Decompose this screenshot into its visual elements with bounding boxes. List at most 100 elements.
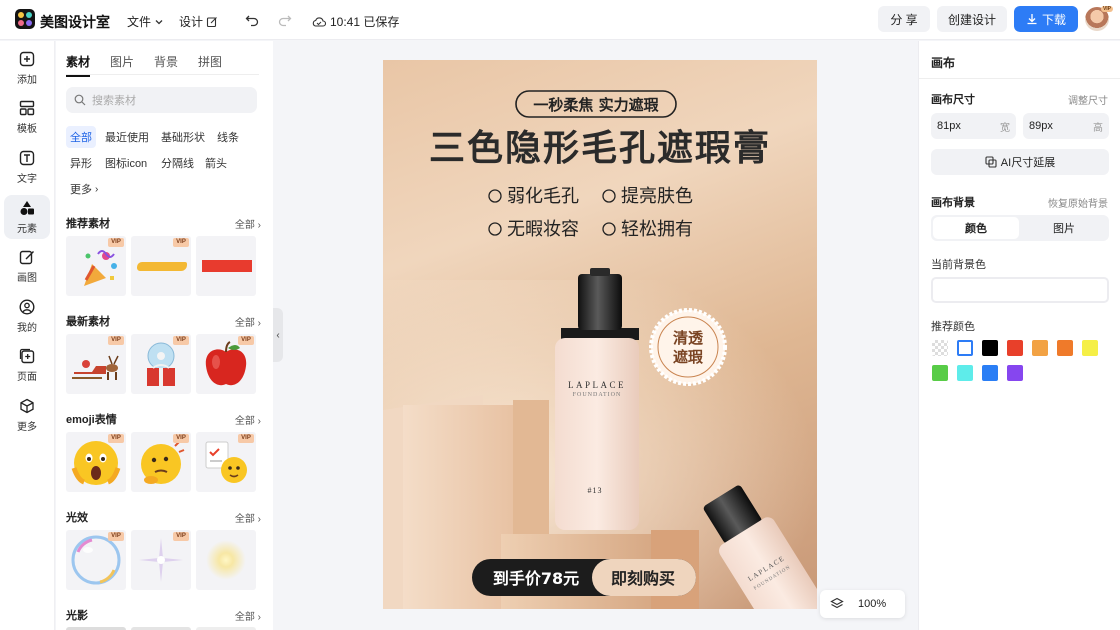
chip-icons[interactable]: 图标icon <box>101 152 151 174</box>
shapes-icon <box>20 200 34 215</box>
rail-item-more[interactable]: 更多 <box>4 393 50 437</box>
see-all-label: 全部 <box>234 416 255 427</box>
poster-title: 三色隐形毛孔遮瑕膏 <box>429 128 771 169</box>
rail-item-label: 画图 <box>17 272 37 284</box>
color-purple[interactable] <box>1007 365 1023 381</box>
collapse-panel-button[interactable]: ‹ <box>273 308 283 362</box>
app-name[interactable]: 美图设计室 <box>40 12 110 32</box>
ai-resize-icon <box>985 156 997 168</box>
canvas-size-label: 画布尺寸 <box>931 94 975 106</box>
chip-recent[interactable]: 最近使用 <box>101 126 153 148</box>
see-all-latest[interactable]: 全部 › <box>235 314 261 329</box>
asset-emoji-thinking[interactable]: VIP <box>131 432 191 492</box>
rail-item-draw[interactable]: 画图 <box>4 244 50 288</box>
see-all-label: 全部 <box>234 612 255 623</box>
asset-reindeer-sleigh[interactable]: VIP <box>66 334 126 394</box>
tab-color[interactable]: 颜色 <box>933 217 1019 239</box>
ai-extend-label: AI尺寸延展 <box>1000 157 1056 169</box>
color-black[interactable] <box>982 340 998 356</box>
see-all-light-shadow[interactable]: 全部 › <box>235 608 261 623</box>
asset-emoji-scared[interactable]: VIP <box>66 432 126 492</box>
cloud-icon <box>312 16 326 27</box>
app-logo[interactable] <box>15 9 35 29</box>
plus-square-icon <box>19 51 35 66</box>
file-menu[interactable]: 文件 <box>127 13 164 30</box>
chip-more[interactable]: 更多 › <box>66 178 102 200</box>
rail-item-elements[interactable]: 元素 <box>4 195 50 239</box>
chip-all[interactable]: 全部 <box>66 126 96 148</box>
search-input[interactable]: 搜索素材 <box>66 87 257 113</box>
redo-icon[interactable] <box>278 13 292 27</box>
height-value: 89px <box>1029 120 1053 132</box>
poster-art: LAPLACE FOUNDATION LAPLACE FOUNDATION #1… <box>383 90 817 609</box>
asset-bubble[interactable]: VIP <box>66 530 126 590</box>
asset-party-popper[interactable]: VIP <box>66 236 126 296</box>
design-canvas[interactable]: LAPLACE FOUNDATION LAPLACE FOUNDATION #1… <box>383 60 817 609</box>
height-field[interactable]: 89px 高 <box>1023 113 1109 139</box>
chip-lines[interactable]: 线条 <box>213 126 243 148</box>
current-bg-swatch[interactable] <box>931 277 1109 303</box>
share-button[interactable]: 分 享 <box>878 6 930 32</box>
chip-basic-shapes[interactable]: 基础形状 <box>157 126 209 148</box>
see-all-recommended[interactable]: 全部 › <box>235 216 261 231</box>
ai-extend-button[interactable]: AI尺寸延展 <box>931 149 1109 175</box>
page-add-icon <box>19 348 35 363</box>
tab-collage[interactable]: 拼图 <box>198 53 222 70</box>
bottle-shade: #13 <box>588 486 603 495</box>
avatar[interactable]: VIP <box>1085 6 1113 31</box>
chevron-right-icon: › <box>95 183 99 195</box>
layers-icon[interactable] <box>830 597 844 611</box>
seal-badge <box>649 308 727 386</box>
tab-backgrounds[interactable]: 背景 <box>154 53 178 70</box>
tab-images[interactable]: 图片 <box>110 53 134 70</box>
create-design-button[interactable]: 创建设计 <box>937 6 1007 32</box>
chip-dividers[interactable]: 分隔线 <box>157 152 198 174</box>
search-placeholder: 搜索素材 <box>92 95 136 107</box>
asset-red-bar[interactable] <box>196 236 256 296</box>
chip-irregular[interactable]: 异形 <box>66 152 96 174</box>
width-field[interactable]: 81px 宽 <box>931 113 1016 139</box>
rail-item-mine[interactable]: 我的 <box>4 294 50 338</box>
asset-red-apple[interactable]: VIP <box>196 334 256 394</box>
color-green[interactable] <box>932 365 948 381</box>
rail-item-text[interactable]: 文字 <box>4 145 50 189</box>
chip-arrows[interactable]: 箭头 <box>201 152 231 174</box>
rail-item-page[interactable]: 页面 <box>4 343 50 387</box>
rail-item-add[interactable]: 添加 <box>4 46 50 90</box>
vip-badge: VIP <box>238 434 254 443</box>
color-blue[interactable] <box>982 365 998 381</box>
color-yellow[interactable] <box>1082 340 1098 356</box>
resize-link[interactable]: 调整尺寸 <box>1068 92 1108 107</box>
asset-sparkle[interactable]: VIP <box>131 530 191 590</box>
tab-materials[interactable]: 素材 <box>66 53 91 77</box>
see-all-label: 全部 <box>234 220 255 231</box>
user-icon <box>19 298 35 315</box>
bottle-brand: LAPLACE <box>568 380 626 390</box>
asset-snow-globe-gift[interactable]: VIP <box>131 334 191 394</box>
asset-yellow-brush[interactable]: VIP <box>131 236 191 296</box>
color-cyan[interactable] <box>957 365 973 381</box>
tab-image[interactable]: 图片 <box>1021 217 1107 239</box>
color-light-orange[interactable] <box>1032 340 1048 356</box>
zoom-control[interactable]: 100% <box>820 590 905 618</box>
undo-icon[interactable] <box>245 13 259 27</box>
download-button[interactable]: 下载 <box>1014 6 1078 32</box>
panel-title: 画布 <box>931 56 956 70</box>
see-all-light-effects[interactable]: 全部 › <box>235 510 261 525</box>
color-red[interactable] <box>1007 340 1023 356</box>
asset-emoji-checklist[interactable]: VIP <box>196 432 256 492</box>
poster-feature-2: 提亮肤色 <box>621 186 693 207</box>
rail-item-template[interactable]: 模板 <box>4 95 50 139</box>
color-orange[interactable] <box>1057 340 1073 356</box>
download-label: 下载 <box>1041 12 1066 27</box>
design-menu[interactable]: 设计 <box>179 13 218 30</box>
color-transparent[interactable] <box>932 340 948 356</box>
zoom-level[interactable]: 100% <box>858 598 886 610</box>
color-white[interactable] <box>957 340 973 356</box>
vip-badge: VIP <box>108 532 124 541</box>
feature-bullet-icon <box>488 189 502 203</box>
asset-glow[interactable] <box>196 530 256 590</box>
restore-bg-link[interactable]: 恢复原始背景 <box>1048 195 1108 210</box>
see-all-emoji[interactable]: 全部 › <box>235 412 261 427</box>
asset-panel: 素材 图片 背景 拼图 搜索素材 全部 最近使用 基础形状 线条 异形 图标ic… <box>56 41 273 630</box>
